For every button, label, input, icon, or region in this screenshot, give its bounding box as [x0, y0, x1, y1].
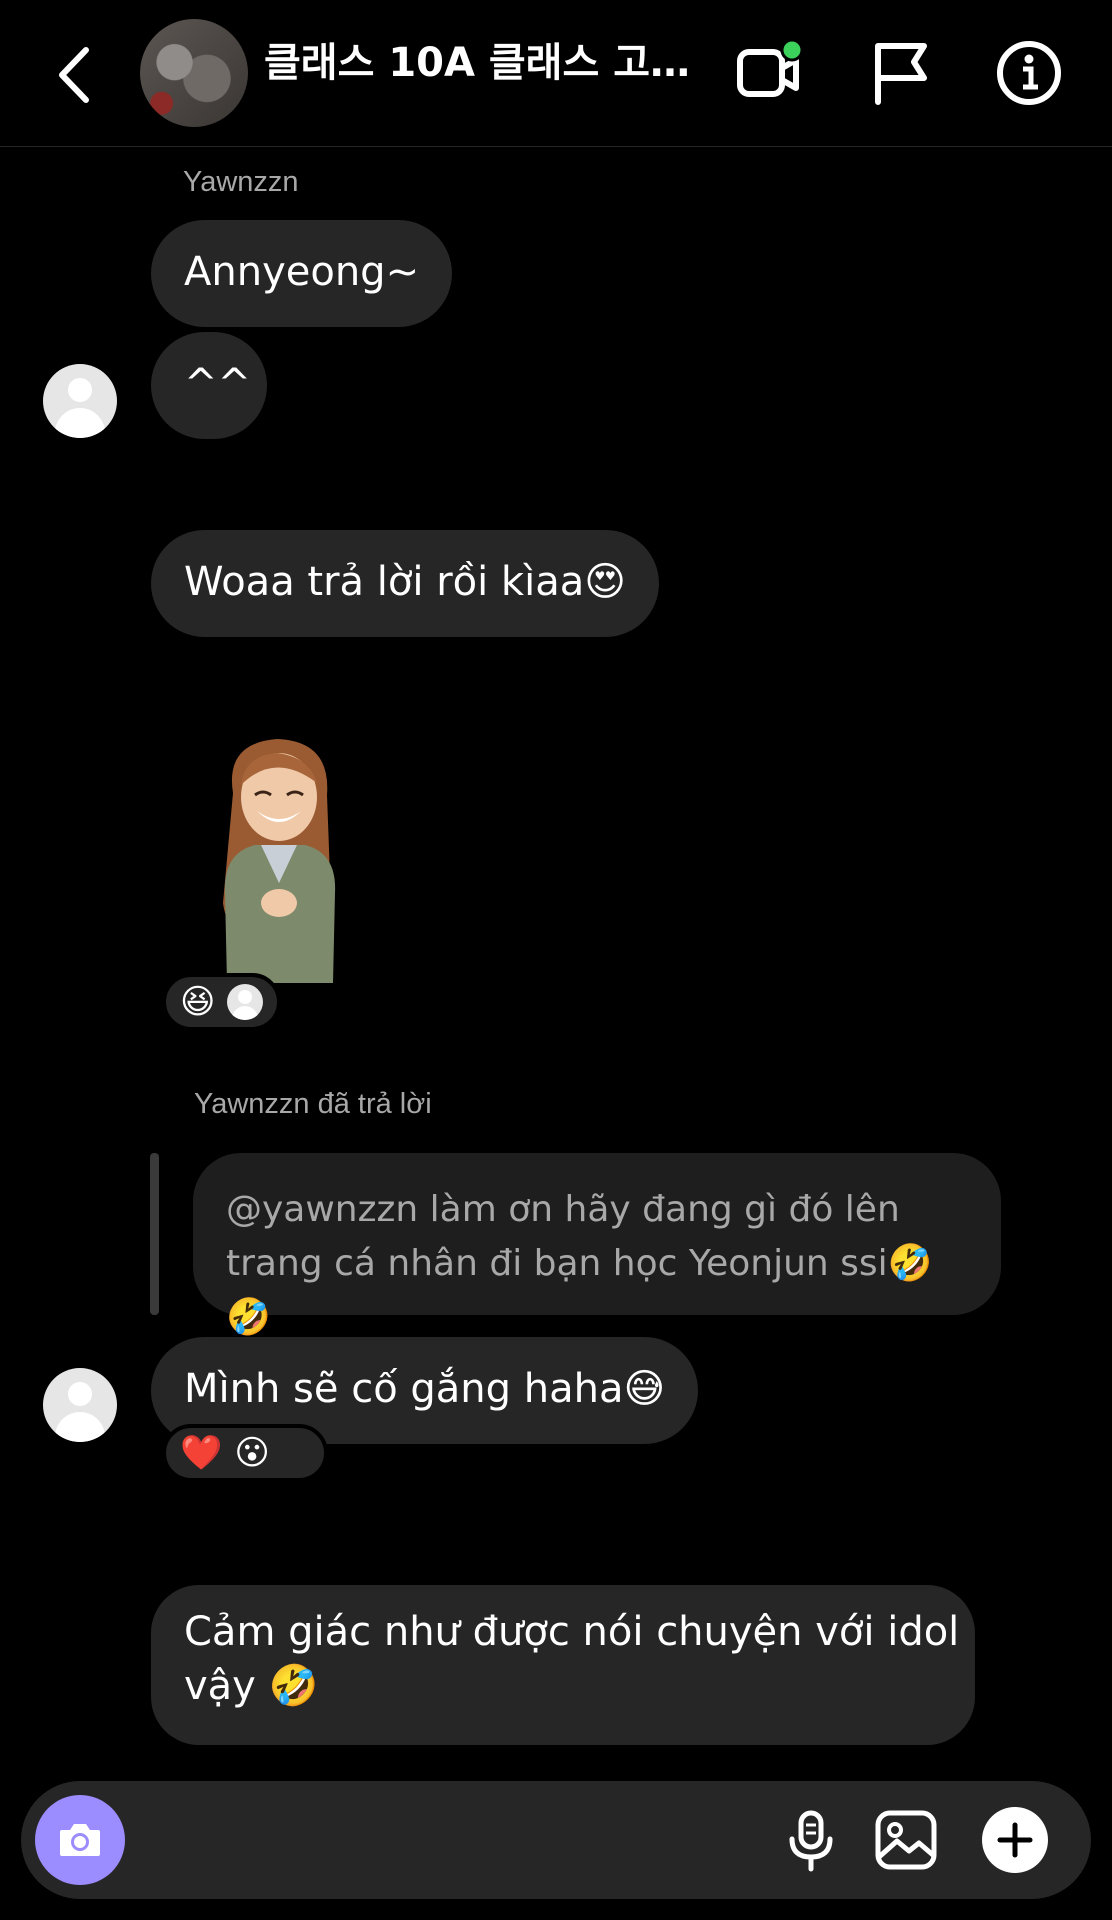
sticker-image[interactable]	[205, 733, 355, 993]
chat-header: 클래스 10A 클래스 고…	[0, 0, 1112, 147]
reactor-avatar	[227, 984, 264, 1020]
message-bubble[interactable]: Woaa trả lời rồi kìaa😍	[151, 530, 659, 637]
microphone-icon[interactable]	[778, 1807, 844, 1873]
reaction-emoji: 😆	[180, 983, 216, 1021]
reaction-emoji: ❤️	[180, 1434, 223, 1472]
reply-indicator	[150, 1153, 159, 1315]
plus-icon	[997, 1822, 1033, 1858]
user-avatar[interactable]	[43, 364, 117, 438]
info-icon[interactable]	[994, 38, 1064, 108]
chat-title[interactable]: 클래스 10A 클래스 고…	[264, 30, 694, 88]
sender-name: Yawnzzn	[183, 166, 299, 198]
flag-icon[interactable]	[866, 38, 936, 108]
message-reactions[interactable]: ❤️ 😮	[162, 1424, 328, 1482]
camera-button[interactable]	[35, 1795, 125, 1885]
video-call-icon[interactable]	[734, 38, 804, 108]
sticker-reaction[interactable]: 😆	[162, 973, 282, 1031]
reply-header: Yawnzzn đã trả lời	[194, 1088, 432, 1120]
message-composer[interactable]	[21, 1781, 1091, 1899]
message-bubble[interactable]: ^^	[151, 332, 267, 439]
message-line: vậy 🤣	[184, 1663, 319, 1709]
message-line: Cảm giác như được nói chuyện với idol	[184, 1609, 960, 1655]
camera-icon	[60, 1824, 100, 1856]
add-button[interactable]	[982, 1807, 1048, 1873]
message-bubble[interactable]: Cảm giác như được nói chuyện với idol vậ…	[151, 1585, 975, 1745]
group-avatar[interactable]	[140, 19, 248, 127]
back-arrow-icon[interactable]	[48, 40, 104, 110]
quoted-text-line: @yawnzzn làm ơn hãy đang gì đó lên	[226, 1189, 900, 1230]
gallery-icon[interactable]	[873, 1807, 939, 1873]
reaction-emoji: 😮	[234, 1434, 270, 1472]
message-bubble[interactable]: Annyeong~	[151, 220, 453, 327]
quoted-message[interactable]: @yawnzzn làm ơn hãy đang gì đó lên trang…	[193, 1153, 1001, 1338]
user-avatar[interactable]	[43, 1368, 117, 1442]
quoted-text-line: trang cá nhân đi bạn học Yeonjun ssi🤣🤣	[226, 1243, 933, 1338]
